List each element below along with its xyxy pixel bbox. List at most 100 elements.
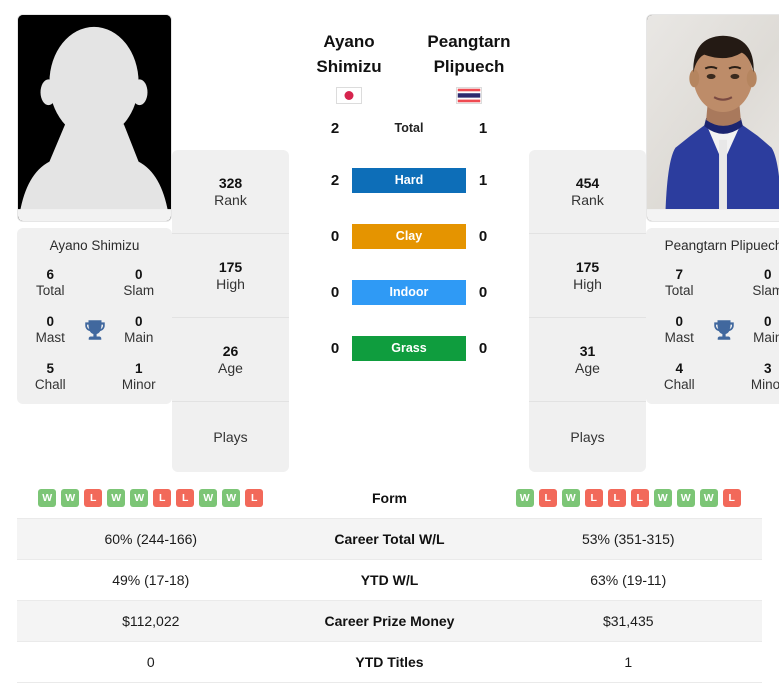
left-chall-titles-label: Chall — [34, 376, 66, 392]
left-trophy-icon-wrap — [78, 317, 112, 343]
h2h-indoor-badge[interactable]: Indoor — [352, 279, 466, 305]
right-minor-titles-value: 3 — [763, 361, 772, 377]
right-player-first-name[interactable]: Peangtarn — [409, 30, 529, 55]
left-slam-titles: 0 Slam — [112, 267, 167, 298]
left-player-stats-card: 328 Rank 175 High 26 Age Plays — [172, 150, 289, 472]
left-player-photo[interactable] — [17, 14, 172, 222]
right-rank-label: Rank — [571, 191, 604, 208]
left-high-value: 175 — [218, 258, 243, 275]
right-main-titles: 0 Main — [741, 314, 779, 345]
left-age-value: 26 — [222, 342, 239, 359]
h2h-total-right: 1 — [478, 119, 488, 137]
form-badge-l: L — [607, 489, 626, 507]
right-career-prize-money: $31,435 — [602, 613, 654, 629]
right-plays-label: Plays — [570, 428, 605, 445]
h2h-row-grass: 0 Grass 0 — [318, 334, 500, 362]
trophy-icon — [84, 319, 105, 340]
h2h-row-hard: 2 Hard 1 — [318, 166, 500, 194]
h2h-indoor-right: 0 — [478, 283, 488, 301]
form-badge-l: L — [630, 489, 649, 507]
left-ytd-wl: 49% (17-18) — [112, 572, 190, 588]
form-badge-w: W — [653, 489, 672, 507]
right-high-value: 175 — [575, 258, 600, 275]
h2h-grass-right: 0 — [478, 339, 488, 357]
right-main-titles-value: 0 — [763, 314, 772, 330]
left-chall-titles: 5 Chall — [23, 361, 78, 392]
right-form-cell: WLWLLLWWWL — [495, 489, 763, 507]
form-badge-w: W — [38, 489, 57, 507]
form-badge-w: W — [676, 489, 695, 507]
left-mast-titles-value: 0 — [46, 314, 54, 330]
h2h-hard-badge[interactable]: Hard — [352, 167, 466, 193]
form-badge-w: W — [222, 489, 241, 507]
right-career-total-wl: 53% (351-315) — [581, 531, 675, 547]
right-player-header: Peangtarn Plipuech — [409, 30, 529, 105]
right-player-name-label: Peangtarn Plipuech — [664, 238, 779, 253]
left-form-badges: WWLWWLLWWL — [17, 489, 285, 507]
h2h-clay-badge[interactable]: Clay — [352, 223, 466, 249]
left-player-first-name[interactable]: Ayano — [289, 30, 409, 55]
right-rank-cell: 454 Rank — [529, 150, 646, 234]
player-names-row: Ayano Shimizu Peangtarn Plipuech — [289, 30, 529, 105]
h2h-row-total: 2 Total 1 — [318, 114, 500, 142]
left-total-titles-value: 6 — [46, 267, 54, 282]
left-player-last-name[interactable]: Shimizu — [289, 55, 409, 80]
h2h-clay-left: 0 — [330, 227, 340, 245]
form-badge-w: W — [61, 489, 80, 507]
left-age-label: Age — [218, 359, 243, 376]
career-total-wl-label: Career Total W/L — [334, 531, 445, 547]
left-main-titles-label: Main — [124, 329, 154, 345]
left-age-cell: 26 Age — [172, 318, 289, 402]
left-slam-titles-label: Slam — [123, 282, 155, 298]
left-player-name-label: Ayano Shimizu — [49, 238, 140, 253]
h2h-total-label: Total — [394, 121, 424, 136]
right-high-label: High — [573, 275, 602, 292]
left-rank-value: 328 — [218, 174, 243, 191]
left-mast-titles-label: Mast — [35, 329, 65, 345]
right-player-titles-card: Peangtarn Plipuech 7 Total 0 Slam 0 Mast — [646, 228, 779, 405]
h2h-total-left: 2 — [330, 119, 340, 137]
left-mast-titles: 0 Mast — [23, 314, 78, 345]
h2h-clay-right: 0 — [478, 227, 488, 245]
right-ytd-wl: 63% (19-11) — [590, 572, 667, 588]
right-plays-cell: Plays — [529, 402, 646, 472]
right-player-column: Peangtarn Plipuech 7 Total 0 Slam 0 Mast — [646, 14, 779, 405]
player-portrait-photo-icon — [647, 15, 779, 221]
left-slam-titles-value: 0 — [134, 267, 143, 282]
comparison-table: WWLWWLLWWL Form WLWLLLWWWL 60% (244-166)… — [17, 478, 762, 683]
form-badge-w: W — [199, 489, 218, 507]
left-high-label: High — [216, 275, 245, 292]
right-total-titles-label: Total — [664, 282, 694, 298]
right-form-badges: WLWLLLWWWL — [495, 489, 763, 507]
right-player-last-name[interactable]: Plipuech — [409, 55, 529, 80]
form-row-label: Form — [372, 490, 407, 506]
h2h-row-clay: 0 Clay 0 — [318, 222, 500, 250]
form-badge-l: L — [153, 489, 172, 507]
left-rank-cell: 328 Rank — [172, 150, 289, 234]
right-flag-wrap — [409, 87, 529, 105]
h2h-grass-badge[interactable]: Grass — [352, 335, 466, 361]
form-badge-w: W — [561, 489, 580, 507]
left-titles-grid: 6 Total 0 Slam 0 Mast 0 Main 5 Chall 1 M… — [23, 267, 166, 392]
h2h-indoor-left: 0 — [330, 283, 340, 301]
form-badge-w: W — [515, 489, 534, 507]
right-chall-titles-value: 4 — [675, 361, 683, 377]
h2h-row-indoor: 0 Indoor 0 — [318, 278, 500, 306]
ytd-wl-label: YTD W/L — [360, 572, 419, 588]
right-age-cell: 31 Age — [529, 318, 646, 402]
right-player-photo[interactable] — [646, 14, 779, 222]
right-chall-titles-label: Chall — [663, 376, 695, 392]
table-row-career-total-wl: 60% (244-166) Career Total W/L 53% (351-… — [17, 519, 762, 560]
h2h-grass-left: 0 — [330, 339, 340, 357]
left-career-total-wl: 60% (244-166) — [104, 531, 198, 547]
left-form-cell: WWLWWLLWWL — [17, 489, 285, 507]
left-plays-cell: Plays — [172, 402, 289, 472]
right-chall-titles: 4 Chall — [652, 361, 707, 392]
head-to-head-page: Ayano Shimizu 6 Total 0 Slam 0 Mast 0 Ma… — [0, 0, 779, 699]
form-badge-l: L — [584, 489, 603, 507]
form-badge-l: L — [245, 489, 264, 507]
left-ytd-titles: 0 — [146, 654, 155, 670]
right-ytd-titles: 1 — [624, 654, 633, 670]
left-main-titles-value: 0 — [134, 314, 143, 330]
right-total-titles-value: 7 — [675, 267, 683, 282]
